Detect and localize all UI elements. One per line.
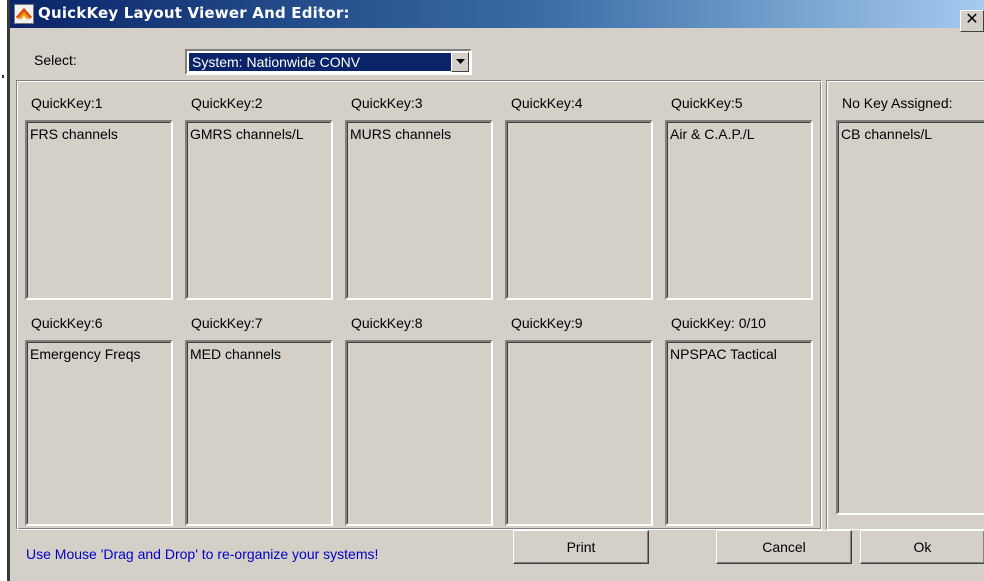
list-item[interactable]: CB channels/L — [841, 126, 982, 142]
unassigned-label: No Key Assigned: — [842, 95, 953, 111]
quickkey-3-label: QuickKey:3 — [351, 95, 423, 111]
quickkey-7-list[interactable]: MED channels — [185, 340, 333, 526]
close-button[interactable]: ✕ — [960, 10, 984, 32]
list-item[interactable]: GMRS channels/L — [190, 126, 328, 142]
quickkey-2-list[interactable]: GMRS channels/L — [185, 120, 333, 300]
quickkey-5-list[interactable]: Air & C.A.P./L — [665, 120, 813, 300]
list-item[interactable]: NPSPAC Tactical — [670, 346, 808, 362]
drag-drop-hint: Use Mouse 'Drag and Drop' to re-organize… — [26, 546, 379, 562]
app-icon — [14, 4, 34, 24]
print-button[interactable]: Print — [513, 530, 649, 564]
list-item[interactable]: MURS channels — [350, 126, 488, 142]
edge-mark — [2, 75, 4, 78]
quickkey-8-list[interactable] — [345, 340, 493, 526]
quickkey-5-label: QuickKey:5 — [671, 95, 743, 111]
quickkey-1-label: QuickKey:1 — [31, 95, 103, 111]
list-item[interactable]: Air & C.A.P./L — [670, 126, 808, 142]
quickkey-2-label: QuickKey:2 — [191, 95, 263, 111]
quickkey-0-list[interactable]: NPSPAC Tactical — [665, 340, 813, 526]
dropdown-arrow-button[interactable] — [451, 52, 469, 72]
list-item[interactable]: FRS channels — [30, 126, 168, 142]
quickkey-8-label: QuickKey:8 — [351, 315, 423, 331]
quickkey-4-label: QuickKey:4 — [511, 95, 583, 111]
close-icon: ✕ — [965, 11, 979, 28]
unassigned-list[interactable]: CB channels/L — [836, 120, 984, 515]
quickkey-9-label: QuickKey:9 — [511, 315, 583, 331]
cancel-button[interactable]: Cancel — [716, 530, 852, 564]
quickkey-6-list[interactable]: Emergency Freqs — [25, 340, 173, 526]
select-label: Select: — [34, 52, 77, 68]
quickkey-0-label: QuickKey: 0/10 — [671, 315, 766, 331]
system-select-dropdown[interactable]: System: Nationwide CONV — [185, 49, 472, 75]
outer-left-edge — [0, 0, 7, 581]
quickkey-7-label: QuickKey:7 — [191, 315, 263, 331]
system-select-value: System: Nationwide CONV — [189, 53, 453, 71]
list-item[interactable]: MED channels — [190, 346, 328, 362]
ok-button[interactable]: Ok — [860, 530, 984, 564]
list-item[interactable]: Emergency Freqs — [30, 346, 168, 362]
quickkey-4-list[interactable] — [505, 120, 653, 300]
quickkey-6-label: QuickKey:6 — [31, 315, 103, 331]
window-title: QuickKey Layout Viewer And Editor: — [38, 4, 350, 22]
chevron-down-icon — [456, 59, 465, 64]
quickkey-1-list[interactable]: FRS channels — [25, 120, 173, 300]
quickkey-9-list[interactable] — [505, 340, 653, 526]
quickkey-3-list[interactable]: MURS channels — [345, 120, 493, 300]
